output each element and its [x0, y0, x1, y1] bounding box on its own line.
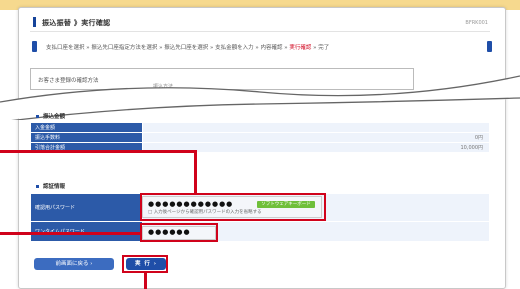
confirm-password-label: 確認用パスワード — [30, 193, 143, 222]
highlight-onetime-password — [140, 223, 218, 242]
page-title: 振込振替 》実行確認 — [42, 19, 111, 27]
execute-button-label: 実 行 — [134, 261, 151, 267]
screen-id: BFRK001 — [465, 20, 488, 26]
payment-table: 入金金額 振込手数料 0円 引落合計金額 10,000円 — [30, 122, 490, 153]
steps-after: » 完了 — [311, 45, 330, 51]
back-button[interactable]: 前画面に戻る › — [34, 258, 114, 270]
table-row: 振込手数料 0円 — [30, 132, 490, 143]
row-value: 0円 — [142, 132, 490, 143]
row-label: 振込手数料 — [30, 132, 143, 143]
callout-line — [0, 232, 141, 235]
row-value — [142, 122, 490, 133]
step-left-arrow-icon — [32, 41, 37, 52]
step-right-arrow-icon — [487, 41, 492, 52]
screenshot-stage: 振込振替 》実行確認 BFRK001 支払口座を選択 » 振込先口座指定方法を選… — [0, 0, 520, 289]
row-label: 入金金額 — [30, 122, 143, 133]
highlight-confirm-password — [140, 193, 326, 221]
callout-line — [144, 273, 147, 289]
header-accent-bar — [33, 17, 36, 27]
table-row: 入金金額 — [30, 122, 490, 133]
execute-button[interactable]: 実 行 › — [126, 258, 166, 270]
page-header: 振込振替 》実行確認 BFRK001 — [30, 12, 490, 32]
step-indicator: 支払口座を選択 » 振込先口座指定方法を選択 » 振込先口座を選択 » 支払金額… — [32, 40, 492, 54]
auth-section-title: 認証情報 — [36, 182, 65, 190]
steps-before: 支払口座を選択 » 振込先口座指定方法を選択 » 振込先口座を選択 » 支払金額… — [46, 45, 290, 51]
step-text: 支払口座を選択 » 振込先口座指定方法を選択 » 振込先口座を選択 » 支払金額… — [46, 43, 329, 51]
payment-section-title: 振込金額 — [36, 112, 65, 120]
callout-line — [194, 150, 197, 194]
callout-line — [0, 150, 196, 153]
step-current: 実行確認 — [289, 45, 312, 51]
torn-page-divider — [0, 75, 520, 120]
back-button-label: 前画面に戻る — [55, 261, 89, 267]
